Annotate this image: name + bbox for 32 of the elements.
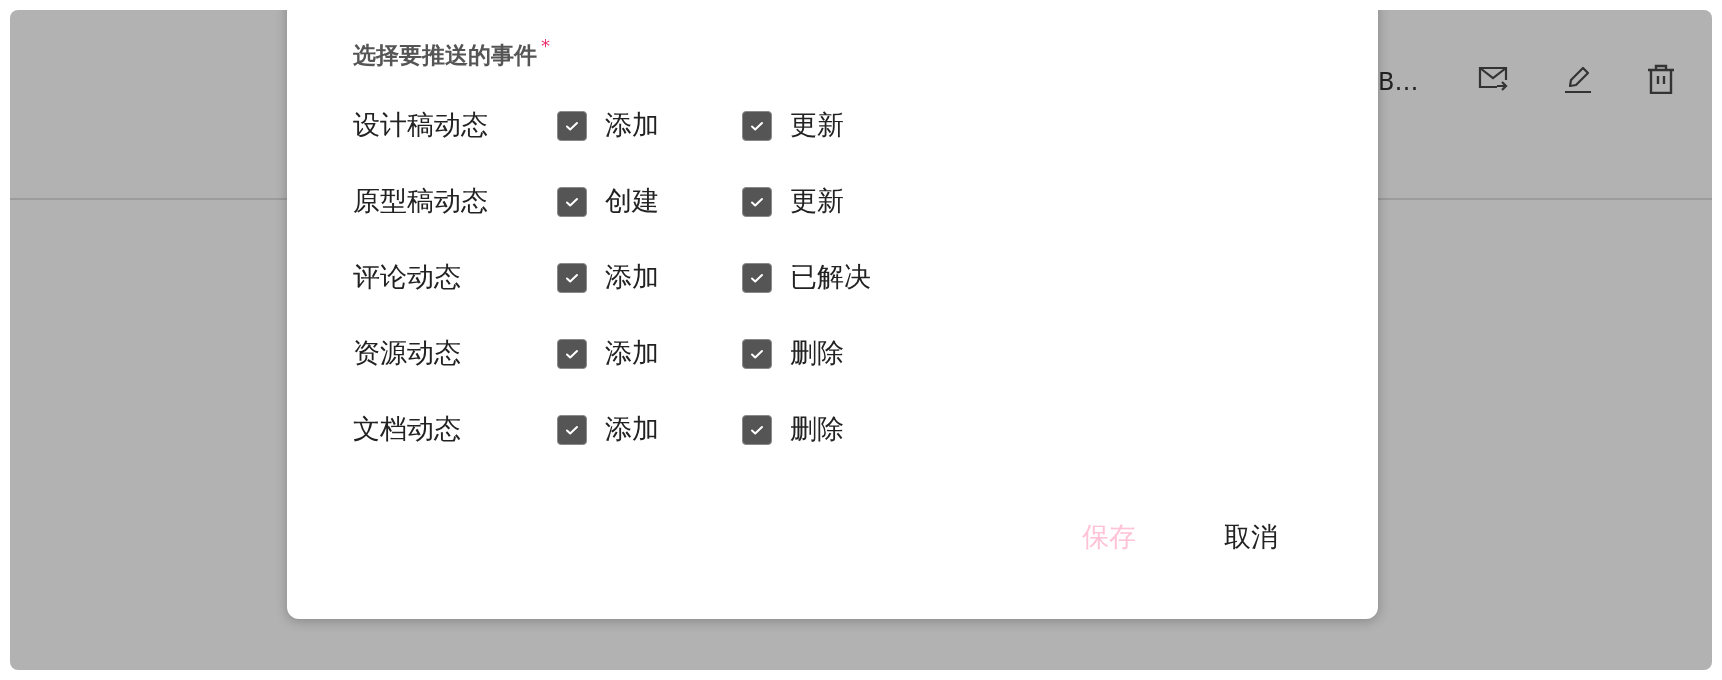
checkbox[interactable] [742, 338, 772, 369]
event-label: 设计稿动态 [353, 108, 489, 143]
checkbox[interactable] [557, 338, 587, 369]
event-label: 资源动态 [353, 336, 462, 371]
checkbox[interactable] [742, 186, 772, 217]
checkbox[interactable] [557, 186, 587, 217]
option-label: 创建 [605, 184, 659, 219]
option-label: 更新 [790, 184, 844, 219]
event-label: 评论动态 [353, 260, 462, 295]
checkbox[interactable] [557, 262, 587, 293]
checkbox[interactable] [742, 414, 772, 445]
checkbox[interactable] [742, 262, 772, 293]
option-label: 删除 [790, 336, 844, 371]
option-label: 已解决 [790, 260, 871, 295]
required-mark: * [541, 34, 550, 58]
option-label: 添加 [605, 108, 659, 143]
option-label: 添加 [605, 260, 659, 295]
event-label: 文档动态 [353, 412, 462, 447]
section-title: 选择要推送的事件 [353, 41, 537, 70]
checkbox[interactable] [557, 414, 587, 445]
option-label: 添加 [605, 336, 659, 371]
dialog-button[interactable]: 取消 [1218, 513, 1284, 562]
mail-forward-icon[interactable] [1478, 66, 1508, 92]
option-label: 删除 [790, 412, 844, 447]
checkbox[interactable] [742, 110, 772, 141]
checkbox[interactable] [557, 110, 587, 141]
option-label: 更新 [790, 108, 844, 143]
edit-icon[interactable] [1564, 64, 1592, 94]
option-label: 添加 [605, 412, 659, 447]
item-name: B… [1378, 67, 1420, 98]
event-label: 原型稿动态 [353, 184, 489, 219]
trash-icon[interactable] [1647, 64, 1675, 94]
